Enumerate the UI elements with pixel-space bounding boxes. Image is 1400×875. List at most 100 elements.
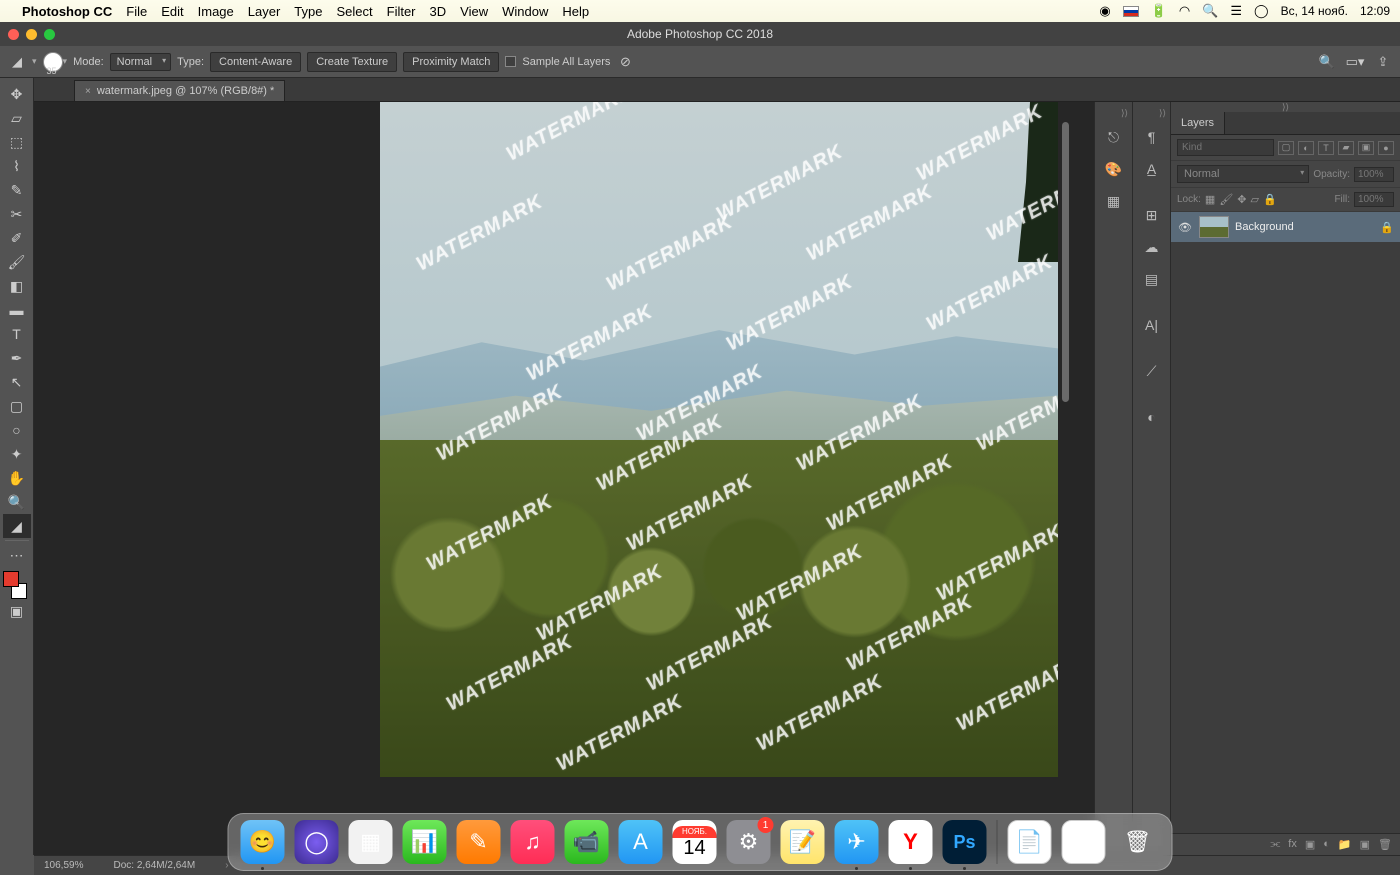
collapse-icon[interactable]: ⟩⟩	[1171, 102, 1400, 112]
minimize-window-button[interactable]	[26, 29, 37, 40]
dock-telegram[interactable]: ✈	[835, 820, 879, 864]
share-icon[interactable]: ⇪	[1374, 53, 1392, 71]
dock-recent-doc-1[interactable]: 📄	[1008, 820, 1052, 864]
lock-artboard-icon[interactable]: ▱	[1251, 193, 1259, 206]
dock-facetime[interactable]: 📹	[565, 820, 609, 864]
canvas-area[interactable]: WATERMARK WATERMARK WATERMARK WATERMARK …	[34, 102, 1094, 855]
glyphs-panel-icon[interactable]: ⊞	[1139, 202, 1165, 228]
filter-type-icon[interactable]: T	[1318, 141, 1334, 155]
color-panel-icon[interactable]: 🎨	[1101, 156, 1127, 182]
dock-calendar[interactable]: НОЯБ.14	[673, 820, 717, 864]
adjustments-panel-icon[interactable]: ◐	[1139, 404, 1165, 430]
layer-thumbnail[interactable]	[1199, 216, 1229, 238]
character-panel-icon[interactable]: A̲	[1139, 156, 1165, 182]
search-icon[interactable]: 🔍	[1318, 53, 1336, 71]
collapse-icon[interactable]: ⟩⟩	[1159, 108, 1166, 118]
link-layers-icon[interactable]: ⫘	[1270, 838, 1280, 851]
menu-select[interactable]: Select	[336, 4, 372, 19]
menu-view[interactable]: View	[460, 4, 488, 19]
dock-photoshop[interactable]: Ps	[943, 820, 987, 864]
lock-all-icon[interactable]: 🔒	[1263, 193, 1277, 206]
character-styles-icon[interactable]: A|	[1139, 312, 1165, 338]
menu-window[interactable]: Window	[502, 4, 548, 19]
new-layer-icon[interactable]: ▣	[1360, 838, 1370, 851]
document-canvas[interactable]: WATERMARK WATERMARK WATERMARK WATERMARK …	[380, 102, 1058, 777]
maximize-window-button[interactable]	[44, 29, 55, 40]
lock-position-icon[interactable]: ✥	[1237, 193, 1246, 206]
document-tab[interactable]: × watermark.jpeg @ 107% (RGB/8#) *	[74, 80, 285, 101]
menubar-time[interactable]: 12:09	[1360, 4, 1390, 18]
dock-recent-doc-2[interactable]: 🖼	[1062, 820, 1106, 864]
lock-icon[interactable]: 🔒	[1380, 221, 1394, 234]
dock-finder[interactable]: 😊	[241, 820, 285, 864]
paragraph-styles-icon[interactable]: ⟋	[1139, 358, 1165, 384]
layers-tab[interactable]: Layers	[1171, 112, 1225, 134]
menu-type[interactable]: Type	[294, 4, 322, 19]
filter-toggle-icon[interactable]: ●	[1378, 141, 1394, 155]
layer-row[interactable]: 👁 Background 🔒	[1171, 212, 1400, 242]
app-name[interactable]: Photoshop CC	[22, 4, 112, 19]
fill-value[interactable]: 100%	[1354, 192, 1394, 207]
delete-layer-icon[interactable]: 🗑	[1378, 838, 1392, 851]
wifi-icon[interactable]: ◠	[1179, 3, 1190, 19]
dock-appstore[interactable]: A	[619, 820, 663, 864]
dock-trash[interactable]: 🗑	[1116, 820, 1160, 864]
layer-filter-input[interactable]	[1177, 139, 1274, 156]
create-texture-button[interactable]: Create Texture	[307, 52, 397, 72]
tool-preset-icon[interactable]: ◢	[8, 53, 26, 71]
menu-file[interactable]: File	[126, 4, 147, 19]
layer-style-icon[interactable]: fx	[1288, 838, 1297, 851]
filter-adjust-icon[interactable]: ◐	[1298, 141, 1314, 155]
opacity-value[interactable]: 100%	[1354, 167, 1394, 182]
chevron-down-icon[interactable]: ▾	[63, 56, 68, 67]
dock-numbers[interactable]: 📊	[403, 820, 447, 864]
swatches-panel-icon[interactable]: ▦	[1101, 188, 1127, 214]
menu-3d[interactable]: 3D	[430, 4, 447, 19]
content-aware-button[interactable]: Content-Aware	[210, 52, 301, 72]
zoom-level[interactable]: 106,59%	[44, 860, 83, 871]
dock-music[interactable]: ♫	[511, 820, 555, 864]
siri-icon[interactable]: ◯	[1254, 3, 1269, 19]
filter-pixel-icon[interactable]: ▢	[1278, 141, 1294, 155]
pressure-icon[interactable]: ⊘	[616, 53, 634, 71]
libraries-panel-icon[interactable]: ☁	[1139, 234, 1165, 260]
sample-all-layers-checkbox[interactable]	[505, 56, 516, 67]
paragraph-panel-icon[interactable]: ¶	[1139, 124, 1165, 150]
dock-pages[interactable]: ✎	[457, 820, 501, 864]
doc-size[interactable]: Doc: 2,64M/2,64M	[113, 860, 195, 871]
mode-select[interactable]: Normal	[110, 53, 171, 71]
menu-image[interactable]: Image	[198, 4, 234, 19]
menu-layer[interactable]: Layer	[248, 4, 281, 19]
menubar-date[interactable]: Вс, 14 нояб.	[1281, 4, 1348, 18]
spotlight-icon[interactable]: 🔍	[1202, 3, 1218, 19]
filter-shape-icon[interactable]: ▰	[1338, 141, 1354, 155]
dock-notes[interactable]: 📝	[781, 820, 825, 864]
visibility-toggle-icon[interactable]: 👁	[1177, 221, 1193, 234]
close-window-button[interactable]	[8, 29, 19, 40]
flag-icon[interactable]	[1123, 6, 1139, 17]
lock-image-icon[interactable]: 🖌	[1219, 193, 1233, 206]
location-icon[interactable]: ◉	[1099, 3, 1110, 19]
close-tab-icon[interactable]: ×	[85, 86, 91, 97]
dock-siri[interactable]: ◯	[295, 820, 339, 864]
layer-mask-icon[interactable]: ▣	[1305, 838, 1315, 851]
chevron-down-icon[interactable]: ▾	[32, 56, 37, 67]
vertical-scrollbar[interactable]	[1062, 122, 1069, 402]
control-center-icon[interactable]: ☰	[1230, 3, 1242, 19]
adjustment-layer-icon[interactable]: ◐	[1323, 838, 1330, 851]
dock-launchpad[interactable]: ▦	[349, 820, 393, 864]
collapse-icon[interactable]: ⟩⟩	[1121, 108, 1128, 118]
menu-filter[interactable]: Filter	[387, 4, 416, 19]
history-panel-icon[interactable]: ⎋	[1101, 124, 1127, 150]
filter-smart-icon[interactable]: ▣	[1358, 141, 1374, 155]
layer-name[interactable]: Background	[1235, 221, 1374, 233]
properties-panel-icon[interactable]: ▤	[1139, 266, 1165, 292]
battery-icon[interactable]: 🔋	[1151, 3, 1167, 19]
dock-yandex[interactable]: Y	[889, 820, 933, 864]
workspace-icon[interactable]: ▭▾	[1346, 53, 1364, 71]
menu-help[interactable]: Help	[562, 4, 589, 19]
proximity-match-button[interactable]: Proximity Match	[403, 52, 499, 72]
menu-edit[interactable]: Edit	[161, 4, 183, 19]
blend-mode-select[interactable]: Normal	[1177, 165, 1309, 183]
lock-transparency-icon[interactable]: ▦	[1205, 193, 1215, 206]
